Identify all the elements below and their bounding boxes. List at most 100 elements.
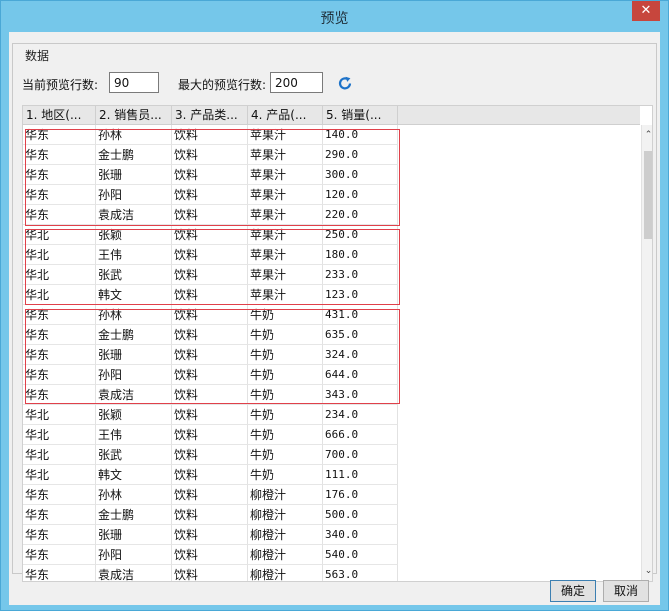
current-rows-input[interactable]	[109, 72, 159, 93]
column-header-quantity[interactable]: 5. 销量(...	[323, 106, 398, 125]
table-cell: 袁成洁	[96, 205, 172, 225]
title-bar[interactable]: 预览 ✕	[1, 1, 668, 33]
table-cell: 王伟	[96, 425, 172, 445]
table-row[interactable]: 华北 王伟 饮料 苹果汁 180.0	[23, 245, 398, 265]
table-cell: 111.0	[323, 465, 398, 485]
table-row[interactable]: 华东 金士鹏 饮料 柳橙汁 500.0	[23, 505, 398, 525]
table-row[interactable]: 华东 孙林 饮料 苹果汁 140.0	[23, 125, 398, 145]
column-header-product[interactable]: 4. 产品(...	[248, 106, 323, 125]
dialog-title: 预览	[320, 11, 349, 27]
preview-table[interactable]: 1. 地区(... 2. 销售员... 3. 产品类... 4. 产品(... …	[22, 105, 653, 582]
table-cell: 苹果汁	[248, 125, 323, 145]
table-row[interactable]: 华北 张武 饮料 苹果汁 233.0	[23, 265, 398, 285]
table-row[interactable]: 华北 张颖 饮料 苹果汁 250.0	[23, 225, 398, 245]
scroll-down-icon[interactable]: ⌄	[642, 563, 652, 579]
table-row[interactable]: 华北 韩文 饮料 苹果汁 123.0	[23, 285, 398, 305]
table-cell: 340.0	[323, 525, 398, 545]
table-cell: 华东	[23, 545, 96, 565]
table-row[interactable]: 华东 袁成洁 饮料 牛奶 343.0	[23, 385, 398, 405]
table-cell: 华东	[23, 365, 96, 385]
table-cell: 苹果汁	[248, 285, 323, 305]
table-cell: 韩文	[96, 465, 172, 485]
table-cell: 饮料	[172, 245, 248, 265]
table-row[interactable]: 华东 袁成洁 饮料 柳橙汁 563.0	[23, 565, 398, 581]
table-cell: 华北	[23, 465, 96, 485]
table-row[interactable]: 华东 张珊 饮料 牛奶 324.0	[23, 345, 398, 365]
table-cell: 苹果汁	[248, 245, 323, 265]
table-cell: 644.0	[323, 365, 398, 385]
table-row[interactable]: 华东 金士鹏 饮料 牛奶 635.0	[23, 325, 398, 345]
table-cell: 饮料	[172, 445, 248, 465]
table-row[interactable]: 华东 孙林 饮料 牛奶 431.0	[23, 305, 398, 325]
table-row[interactable]: 华东 袁成洁 饮料 苹果汁 220.0	[23, 205, 398, 225]
data-groupbox: 数据 当前预览行数: 最大的预览行数: 1. 地区(... 2. 销售员... …	[12, 43, 657, 582]
table-cell: 饮料	[172, 505, 248, 525]
column-header-region[interactable]: 1. 地区(...	[23, 106, 96, 125]
close-button[interactable]: ✕	[632, 1, 660, 21]
table-cell: 540.0	[323, 545, 398, 565]
table-cell: 饮料	[172, 305, 248, 325]
table-cell: 120.0	[323, 185, 398, 205]
table-cell: 牛奶	[248, 345, 323, 365]
table-cell: 孙林	[96, 305, 172, 325]
table-cell: 孙林	[96, 485, 172, 505]
table-cell: 华东	[23, 485, 96, 505]
table-cell: 袁成洁	[96, 565, 172, 581]
table-cell: 563.0	[323, 565, 398, 581]
table-cell: 饮料	[172, 385, 248, 405]
ok-button[interactable]: 确定	[550, 580, 596, 602]
table-row[interactable]: 华东 孙阳 饮料 柳橙汁 540.0	[23, 545, 398, 565]
table-cell: 华东	[23, 205, 96, 225]
table-row[interactable]: 华北 韩文 饮料 牛奶 111.0	[23, 465, 398, 485]
table-row[interactable]: 华东 金士鹏 饮料 苹果汁 290.0	[23, 145, 398, 165]
table-cell: 220.0	[323, 205, 398, 225]
table-cell: 金士鹏	[96, 325, 172, 345]
table-cell: 431.0	[323, 305, 398, 325]
table-cell: 柳橙汁	[248, 505, 323, 525]
table-cell: 饮料	[172, 485, 248, 505]
refresh-icon[interactable]	[337, 75, 353, 91]
table-cell: 饮料	[172, 265, 248, 285]
table-row[interactable]: 华东 张珊 饮料 苹果汁 300.0	[23, 165, 398, 185]
table-cell: 华北	[23, 405, 96, 425]
table-cell: 张珊	[96, 165, 172, 185]
table-row[interactable]: 华东 张珊 饮料 柳橙汁 340.0	[23, 525, 398, 545]
table-cell: 华东	[23, 125, 96, 145]
table-cell: 牛奶	[248, 465, 323, 485]
column-header-category[interactable]: 3. 产品类...	[172, 106, 248, 125]
dialog-body: 数据 当前预览行数: 最大的预览行数: 1. 地区(... 2. 销售员... …	[9, 32, 660, 605]
table-cell: 饮料	[172, 165, 248, 185]
scroll-thumb[interactable]	[644, 151, 652, 239]
table-cell: 金士鹏	[96, 145, 172, 165]
max-rows-label: 最大的预览行数:	[178, 78, 267, 92]
table-row[interactable]: 华东 孙阳 饮料 苹果汁 120.0	[23, 185, 398, 205]
table-cell: 343.0	[323, 385, 398, 405]
table-cell: 华北	[23, 225, 96, 245]
table-row[interactable]: 华北 王伟 饮料 牛奶 666.0	[23, 425, 398, 445]
column-header-salesperson[interactable]: 2. 销售员...	[96, 106, 172, 125]
scroll-up-icon[interactable]: ⌃	[642, 127, 652, 143]
table-cell: 华东	[23, 185, 96, 205]
table-row[interactable]: 华东 孙阳 饮料 牛奶 644.0	[23, 365, 398, 385]
vertical-scrollbar[interactable]: ⌃ ⌄	[641, 125, 652, 581]
table-cell: 饮料	[172, 525, 248, 545]
max-rows-input[interactable]	[270, 72, 323, 93]
table-cell: 孙阳	[96, 365, 172, 385]
table-cell: 华东	[23, 305, 96, 325]
table-cell: 苹果汁	[248, 165, 323, 185]
cancel-button[interactable]: 取消	[603, 580, 649, 602]
table-cell: 123.0	[323, 285, 398, 305]
table-row[interactable]: 华东 孙林 饮料 柳橙汁 176.0	[23, 485, 398, 505]
table-cell: 324.0	[323, 345, 398, 365]
table-cell: 张颖	[96, 225, 172, 245]
table-cell: 饮料	[172, 185, 248, 205]
table-cell: 牛奶	[248, 425, 323, 445]
table-cell: 635.0	[323, 325, 398, 345]
table-cell: 700.0	[323, 445, 398, 465]
table-cell: 牛奶	[248, 305, 323, 325]
table-row[interactable]: 华北 张武 饮料 牛奶 700.0	[23, 445, 398, 465]
table-row[interactable]: 华北 张颖 饮料 牛奶 234.0	[23, 405, 398, 425]
table-cell: 234.0	[323, 405, 398, 425]
table-cell: 华东	[23, 385, 96, 405]
table-cell: 牛奶	[248, 385, 323, 405]
